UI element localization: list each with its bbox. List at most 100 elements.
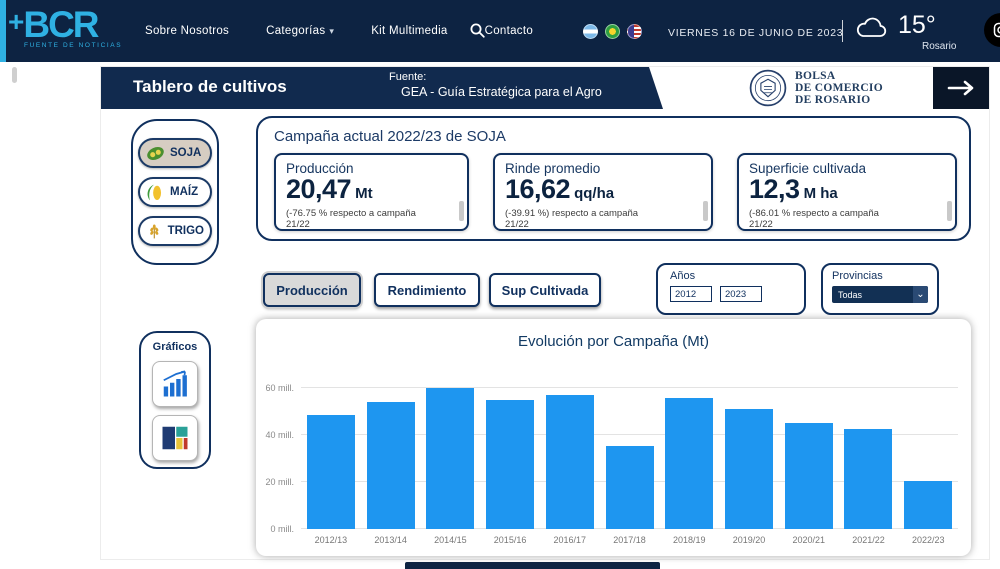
brand-text: BOLSA DE COMERCIO DE ROSARIO — [795, 70, 883, 106]
card-scrollbar[interactable] — [459, 201, 464, 221]
x-tick-label: 2016/17 — [540, 535, 600, 545]
y-tick-label: 20 mill. — [265, 477, 294, 487]
years-label: Años — [670, 270, 792, 282]
graficos-panel: Gráficos — [139, 331, 211, 469]
chart-bar[interactable] — [367, 402, 415, 529]
bars — [301, 367, 958, 529]
source-value: GEA - Guía Estratégica para el Agro — [401, 85, 602, 99]
crop-button-trigo[interactable]: TRIGO — [138, 216, 212, 246]
crop-button-soja[interactable]: SOJA — [138, 138, 212, 168]
metric-button-rendimiento[interactable]: Rendimiento — [374, 273, 480, 307]
y-tick-label: 0 mill. — [270, 524, 294, 534]
provinces-filter: Provincias Todas ⌄ — [821, 263, 939, 315]
x-labels: 2012/132013/142014/152015/162016/172017/… — [301, 535, 958, 545]
card-scrollbar[interactable] — [703, 201, 708, 221]
chart-bar[interactable] — [426, 388, 474, 529]
crop-button-maiz[interactable]: MAÍZ — [138, 177, 212, 207]
nav-divider — [842, 20, 843, 42]
bar-slot — [540, 367, 600, 529]
years-filter: Años — [656, 263, 806, 315]
usa-flag-icon[interactable] — [627, 24, 642, 39]
x-tick-label: 2017/18 — [600, 535, 660, 545]
chart-bar[interactable] — [546, 395, 594, 529]
wheat-icon — [146, 222, 163, 241]
bar-slot — [659, 367, 719, 529]
instagram-icon[interactable] — [984, 13, 1000, 47]
cloud-icon — [854, 15, 890, 46]
weather-city: Rosario — [922, 41, 956, 52]
x-tick-label: 2012/13 — [301, 535, 361, 545]
treemap-view-button[interactable] — [152, 415, 198, 461]
kpi-unit: M ha — [804, 185, 838, 202]
kpi-panel-title: Campaña actual 2022/23 de SOJA — [274, 128, 957, 145]
plot-area — [301, 367, 958, 529]
chart-bar[interactable] — [486, 400, 534, 529]
y-tick-label: 40 mill. — [265, 430, 294, 440]
bar-slot — [719, 367, 779, 529]
report-bottom-bar — [405, 562, 660, 569]
provinces-dropdown[interactable]: Todas ⌄ — [832, 286, 928, 303]
x-tick-label: 2015/16 — [480, 535, 540, 545]
nav-link-categorias[interactable]: Categorías▾ — [266, 25, 334, 37]
chart-bar[interactable] — [785, 423, 833, 529]
metric-button-sup-cultivada[interactable]: Sup Cultivada — [489, 273, 601, 307]
bcr-brand: BOLSA DE COMERCIO DE ROSARIO — [749, 69, 883, 107]
kpi-value: 12,3 — [749, 174, 800, 204]
bar-slot — [420, 367, 480, 529]
chart-bar[interactable] — [904, 481, 952, 529]
arrow-right-icon — [947, 80, 975, 96]
treemap-icon — [160, 423, 190, 453]
bar-slot — [779, 367, 839, 529]
chart-bar[interactable] — [307, 415, 355, 529]
next-page-button[interactable] — [933, 67, 989, 109]
chevron-down-icon: ▾ — [329, 26, 334, 36]
provinces-selected-value: Todas — [838, 290, 862, 300]
kpi-value: 20,47 — [286, 174, 351, 204]
chart-bar[interactable] — [725, 409, 773, 529]
year-to-input[interactable] — [720, 286, 762, 302]
y-axis: 0 mill.20 mill.40 mill.60 mill. — [256, 367, 296, 529]
top-navbar: +BCR FUENTE DE NOTICIAS Sobre Nosotros C… — [0, 0, 1000, 62]
kpi-card-produccion: Producción 20,47Mt (-76.75 % respecto a … — [274, 153, 469, 231]
kpi-card-rinde: Rinde promedio 16,62qq/ha (-39.91 %) res… — [493, 153, 713, 231]
bcr-crest-icon — [749, 69, 787, 107]
current-date: VIERNES 16 DE JUNIO DE 2023 — [668, 27, 843, 39]
logo-plus-mark: + — [8, 6, 22, 37]
x-tick-label: 2014/15 — [420, 535, 480, 545]
language-flags — [583, 24, 642, 39]
dashboard-title: Tablero de cultivos — [133, 77, 287, 97]
chart-bar[interactable] — [665, 398, 713, 529]
kpi-unit: Mt — [355, 185, 373, 202]
nav-link-contacto[interactable]: Contacto — [485, 25, 533, 37]
logo-text: BCR — [23, 4, 97, 45]
card-scrollbar[interactable] — [947, 201, 952, 221]
bar-slot — [361, 367, 421, 529]
graficos-label: Gráficos — [141, 341, 209, 353]
chart-bar[interactable] — [606, 446, 654, 529]
argentina-flag-icon[interactable] — [583, 24, 598, 39]
x-tick-label: 2018/19 — [659, 535, 719, 545]
year-from-input[interactable] — [670, 286, 712, 302]
nav-link-sobre-nosotros[interactable]: Sobre Nosotros — [145, 25, 229, 37]
bar-slot — [301, 367, 361, 529]
brazil-flag-icon[interactable] — [605, 24, 620, 39]
search-icon[interactable] — [469, 22, 486, 44]
crop-label: TRIGO — [168, 225, 204, 237]
source-label: Fuente: — [389, 71, 602, 83]
crops-dashboard: Tablero de cultivos Fuente: GEA - Guía E… — [100, 66, 990, 560]
bar-chart-view-button[interactable] — [152, 361, 198, 407]
chart-bar[interactable] — [844, 429, 892, 529]
x-tick-label: 2019/20 — [719, 535, 779, 545]
y-tick-label: 60 mill. — [265, 383, 294, 393]
page-scrollbar[interactable] — [12, 67, 17, 83]
x-tick-label: 2013/14 — [361, 535, 421, 545]
metric-button-produccion[interactable]: Producción — [263, 273, 361, 307]
nav-link-kit-multimedia[interactable]: Kit Multimedia — [371, 25, 447, 37]
corn-icon — [146, 183, 165, 202]
crop-label: SOJA — [170, 147, 201, 159]
chevron-down-icon[interactable]: ⌄ — [913, 286, 928, 303]
kpi-delta: (-39.91 %) respecto a campaña21/22 — [505, 208, 693, 230]
logo-edge-strip — [0, 0, 6, 62]
dashboard-header: Tablero de cultivos Fuente: GEA - Guía E… — [101, 67, 989, 109]
bcr-logo[interactable]: +BCR FUENTE DE NOTICIAS — [8, 2, 122, 49]
